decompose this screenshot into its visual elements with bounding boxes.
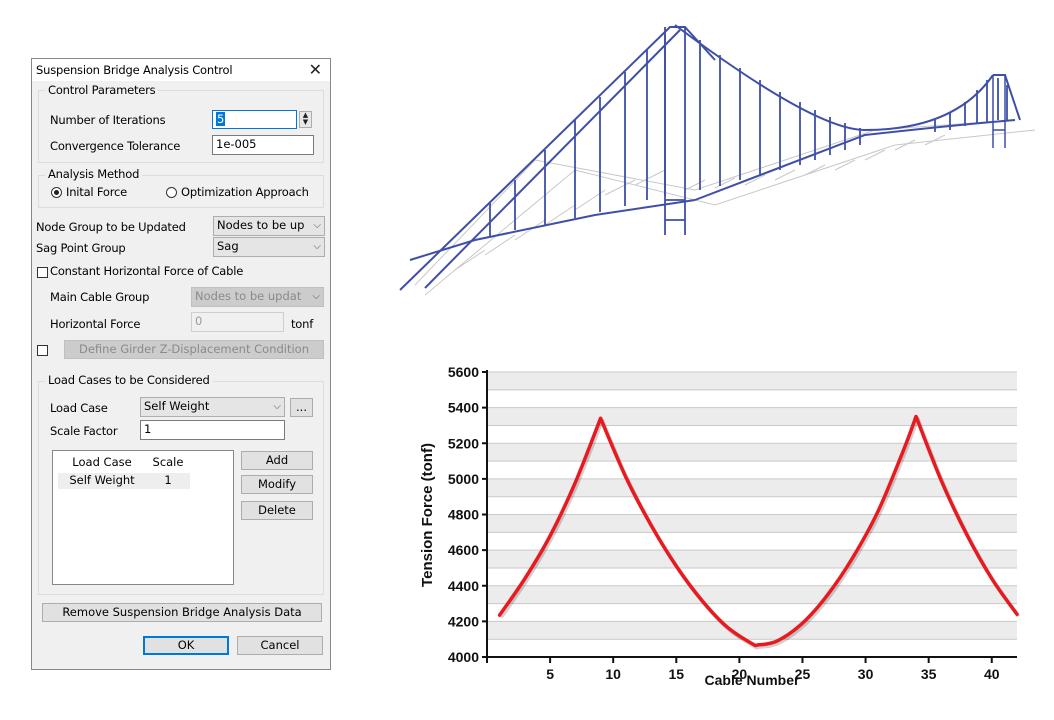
cancel-button[interactable]: Cancel bbox=[237, 636, 323, 655]
horizontal-force-input[interactable]: 0 bbox=[191, 312, 284, 332]
x-tick-label: 5 bbox=[546, 666, 554, 682]
constant-force-checkbox[interactable] bbox=[37, 267, 48, 278]
grid-band bbox=[487, 372, 1017, 390]
load-case-more-button[interactable]: ... bbox=[290, 398, 313, 417]
y-tick-label: 5000 bbox=[448, 471, 479, 487]
sag-group-value: Sag bbox=[217, 239, 239, 253]
list-cell-load-case: Self Weight bbox=[58, 473, 146, 489]
chevron-down-icon: ⌵ bbox=[313, 220, 321, 231]
grid-band bbox=[487, 514, 1017, 533]
girder-condition-checkbox[interactable] bbox=[37, 345, 48, 356]
optimization-approach-radio[interactable] bbox=[166, 187, 177, 198]
deck-shadow bbox=[414, 119, 1036, 296]
x-axis-label: Cable Number bbox=[705, 672, 800, 688]
sag-group-select[interactable]: Sag ⌵ bbox=[213, 237, 325, 257]
modify-button[interactable]: Modify bbox=[241, 475, 313, 494]
node-group-select[interactable]: Nodes to be up ⌵ bbox=[213, 216, 325, 236]
y-tick-label: 4200 bbox=[448, 613, 479, 629]
load-case-list[interactable]: Load Case Scale Self Weight 1 bbox=[52, 450, 234, 585]
node-group-label: Node Group to be Updated bbox=[36, 220, 186, 234]
x-tick-label: 30 bbox=[858, 666, 874, 682]
tolerance-input[interactable]: 1e-005 bbox=[212, 135, 314, 155]
bridge-wireframe-view bbox=[399, 24, 1036, 296]
load-case-value: Self Weight bbox=[144, 399, 210, 413]
x-tick-label: 35 bbox=[921, 666, 937, 682]
grid-band bbox=[487, 585, 1017, 604]
horizontal-force-label: Horizontal Force bbox=[50, 317, 141, 331]
node-group-value: Nodes to be up bbox=[217, 218, 305, 232]
load-case-select[interactable]: Self Weight ⌵ bbox=[140, 397, 285, 417]
list-header-scale[interactable]: Scale bbox=[146, 455, 190, 472]
spin-down-icon[interactable]: ▼ bbox=[300, 119, 311, 126]
add-button[interactable]: Add bbox=[241, 451, 313, 470]
iterations-input[interactable]: 5 bbox=[212, 110, 297, 129]
grid-band bbox=[487, 550, 1017, 568]
main-cable-label: Main Cable Group bbox=[50, 290, 150, 304]
y-tick-label: 4000 bbox=[448, 649, 479, 665]
list-header-load-case[interactable]: Load Case bbox=[58, 455, 146, 472]
remove-analysis-data-button[interactable]: Remove Suspension Bridge Analysis Data bbox=[42, 603, 322, 622]
y-tick-label: 5400 bbox=[448, 400, 479, 416]
y-tick-label: 4600 bbox=[448, 542, 479, 558]
tolerance-label: Convergence Tolerance bbox=[50, 139, 181, 153]
chevron-down-icon: ⌵ bbox=[313, 241, 321, 252]
iterations-value: 5 bbox=[216, 112, 226, 126]
optimization-approach-label[interactable]: Optimization Approach bbox=[181, 185, 309, 199]
y-tick-label: 4400 bbox=[448, 578, 479, 594]
suspension-bridge-analysis-dialog: Suspension Bridge Analysis Control ✕ Con… bbox=[31, 58, 331, 670]
tower-right bbox=[992, 75, 1006, 148]
y-tick-label: 5600 bbox=[448, 364, 479, 380]
initial-force-label[interactable]: Inital Force bbox=[66, 185, 127, 199]
grid-band bbox=[487, 621, 1017, 640]
tension-force-chart: 4000 4200 4400 4600 4800 5000 5200 5400 5600 5 10… bbox=[419, 364, 1021, 688]
initial-force-radio[interactable] bbox=[51, 187, 62, 198]
iterations-label: Number of Iterations bbox=[50, 113, 166, 127]
x-tick-label: 15 bbox=[668, 666, 684, 682]
main-cable-select[interactable]: Nodes to be updat ⌵ bbox=[191, 287, 324, 307]
x-tick-label: 10 bbox=[605, 666, 621, 682]
load-cases-title: Load Cases to be Considered bbox=[45, 373, 213, 387]
list-cell-scale: 1 bbox=[146, 473, 190, 489]
delete-button[interactable]: Delete bbox=[241, 501, 313, 520]
x-tick-label: 40 bbox=[984, 666, 1000, 682]
grid-band bbox=[487, 478, 1017, 497]
control-parameters-title: Control Parameters bbox=[45, 83, 159, 97]
iterations-spinner[interactable]: ▲ ▼ bbox=[299, 111, 312, 128]
chevron-down-icon: ⌵ bbox=[312, 291, 320, 302]
scale-factor-input[interactable]: 1 bbox=[140, 420, 285, 440]
title-bar: Suspension Bridge Analysis Control ✕ bbox=[32, 59, 330, 81]
constant-force-label[interactable]: Constant Horizontal Force of Cable bbox=[50, 264, 243, 278]
grid-band bbox=[487, 407, 1017, 426]
y-ticks: 4000 4200 4400 4600 4800 5000 5200 5400 5600 bbox=[448, 364, 487, 665]
ok-button[interactable]: OK bbox=[143, 636, 229, 655]
y-tick-label: 4800 bbox=[448, 507, 479, 523]
scale-factor-label: Scale Factor bbox=[50, 424, 118, 438]
y-axis-label: Tension Force (tonf) bbox=[419, 443, 436, 587]
close-icon[interactable]: ✕ bbox=[309, 60, 322, 79]
analysis-method-title: Analysis Method bbox=[45, 167, 143, 181]
main-cable-value: Nodes to be updat bbox=[195, 289, 302, 303]
grid-band bbox=[487, 443, 1017, 462]
hangers bbox=[489, 35, 1008, 236]
y-tick-label: 5200 bbox=[448, 435, 479, 451]
dialog-title: Suspension Bridge Analysis Control bbox=[36, 63, 233, 77]
horizontal-force-unit: tonf bbox=[291, 317, 314, 331]
load-case-label: Load Case bbox=[50, 401, 108, 415]
define-girder-condition-button[interactable]: Define Girder Z-Displacement Condition bbox=[64, 340, 324, 359]
chevron-down-icon: ⌵ bbox=[273, 401, 281, 412]
sag-group-label: Sag Point Group bbox=[36, 241, 126, 255]
